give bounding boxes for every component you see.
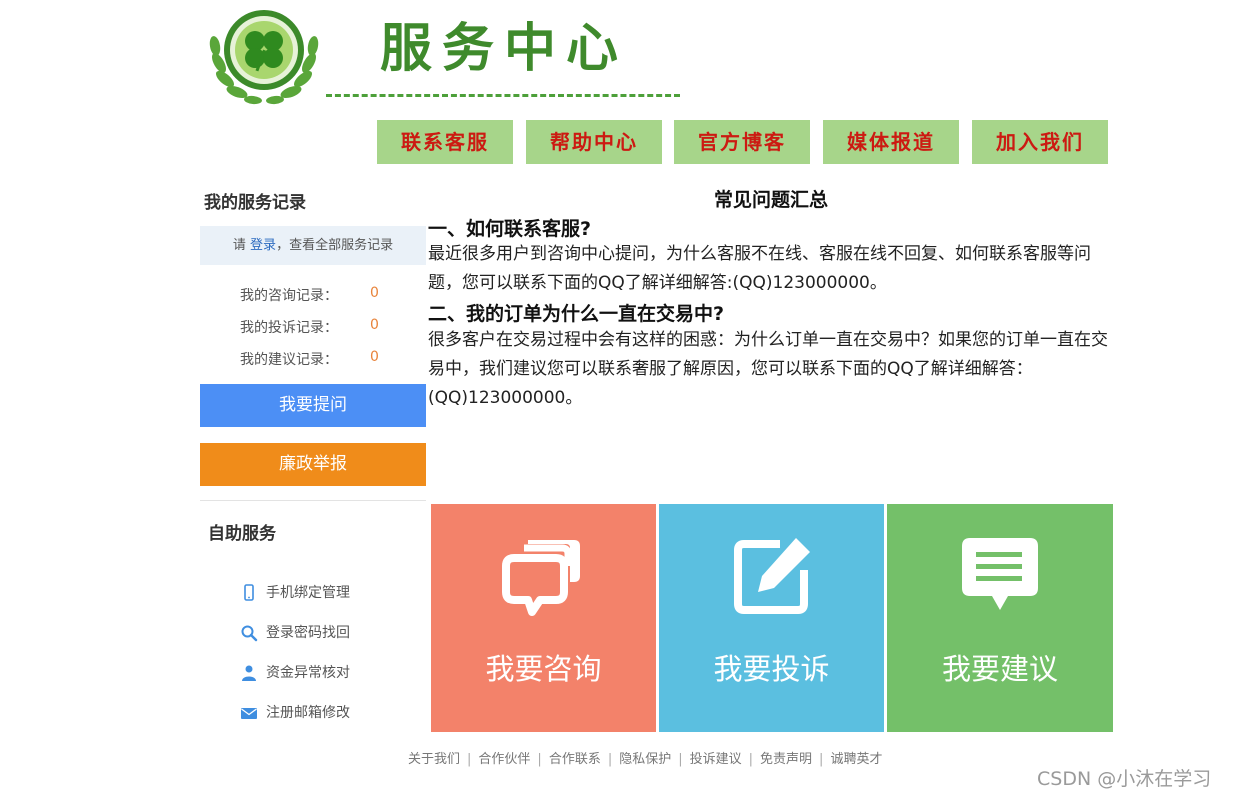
- self-service-label: 手机绑定管理: [266, 585, 350, 601]
- suggestion-tile[interactable]: 我要建议: [887, 504, 1113, 732]
- footer-link-disclaimer[interactable]: 免责声明: [760, 752, 812, 767]
- record-row-consult: 我的咨询记录： 0: [240, 285, 379, 305]
- consult-tile[interactable]: 我要咨询: [431, 504, 656, 732]
- user-icon: [240, 664, 258, 682]
- faq-question: 一、如何联系客服?: [428, 218, 592, 240]
- tile-label: 我要咨询: [485, 652, 602, 686]
- footer-link-feedback[interactable]: 投诉建议: [690, 752, 742, 767]
- complaint-tile[interactable]: 我要投诉: [659, 504, 884, 732]
- login-suffix: ，查看全部服务记录: [276, 238, 394, 253]
- faq-title: 常见问题汇总: [713, 189, 828, 211]
- tile-label: 我要投诉: [713, 652, 830, 686]
- footer-separator: |: [819, 752, 824, 767]
- footer-separator: |: [607, 752, 613, 767]
- nav-media-reports[interactable]: 媒体报道: [823, 120, 959, 164]
- footer-link-privacy[interactable]: 隐私保护: [619, 752, 671, 767]
- search-icon: [240, 624, 258, 642]
- footer-separator: |: [748, 752, 754, 767]
- nav-contact-support[interactable]: 联系客服: [377, 120, 513, 164]
- header-divider: [326, 94, 680, 97]
- record-label: 我的投诉记录：: [240, 320, 338, 336]
- sidebar-divider: [200, 500, 426, 501]
- service-records-title: 我的服务记录: [204, 193, 306, 213]
- record-label: 我的咨询记录：: [240, 288, 338, 304]
- clover-logo-icon: [205, 3, 323, 107]
- footer-separator: |: [537, 752, 542, 767]
- footer-link-about[interactable]: 关于我们: [408, 752, 460, 767]
- record-row-complaint: 我的投诉记录： 0: [240, 317, 379, 337]
- footer-links: 关于我们 | 合作伙伴 | 合作联系 | 隐私保护 | 投诉建议 | 免责声明 | 诚聘英才: [408, 748, 882, 767]
- edit-icon: [733, 538, 810, 614]
- message-icon: [962, 538, 1038, 610]
- self-service-label: 注册邮箱修改: [266, 705, 350, 721]
- faq-answer: 最近很多用户到咨询中心提问，为什么客服不在线、客服在线不回复、如何联系客服等问题…: [428, 244, 1091, 293]
- footer-link-careers[interactable]: 诚聘英才: [830, 752, 882, 767]
- footer-separator: |: [467, 752, 472, 767]
- login-prompt: 请 登录，查看全部服务记录: [200, 226, 426, 265]
- brand-title: 服务中心: [380, 18, 629, 79]
- chat-icon: [501, 540, 580, 616]
- nav-help-center[interactable]: 帮助中心: [526, 120, 662, 164]
- footer-link-partners[interactable]: 合作伙伴: [478, 752, 530, 767]
- self-service-funds-check[interactable]: 资金异常核对: [240, 663, 350, 683]
- record-count: 0: [370, 317, 379, 333]
- watermark: CSDN @小沐在学习: [1037, 768, 1212, 790]
- self-service-title: 自助服务: [208, 524, 276, 544]
- ask-question-button[interactable]: 我要提问: [200, 384, 426, 427]
- record-count: 0: [370, 349, 379, 365]
- record-row-suggestion: 我的建议记录： 0: [240, 349, 379, 369]
- footer-separator: |: [678, 752, 683, 767]
- self-service-password-recovery[interactable]: 登录密码找回: [240, 623, 350, 643]
- nav-join-us[interactable]: 加入我们: [972, 120, 1108, 164]
- faq-question: 二、我的订单为什么一直在交易中?: [428, 303, 725, 325]
- integrity-report-button[interactable]: 廉政举报: [200, 443, 426, 486]
- login-link[interactable]: 登录: [250, 238, 276, 253]
- phone-icon: [240, 584, 258, 602]
- self-service-label: 登录密码找回: [266, 625, 350, 641]
- tile-label: 我要建议: [941, 652, 1058, 686]
- record-count: 0: [370, 285, 379, 301]
- mail-icon: [240, 704, 258, 722]
- self-service-label: 资金异常核对: [266, 665, 350, 681]
- self-service-phone-binding[interactable]: 手机绑定管理: [240, 583, 350, 603]
- faq-answer: 很多客户在交易过程中会有这样的困惑：为什么订单一直在交易中？如果您的订单一直在交…: [428, 330, 1108, 408]
- footer-link-cooperation[interactable]: 合作联系: [549, 752, 601, 767]
- record-label: 我的建议记录：: [240, 352, 338, 368]
- self-service-email-change[interactable]: 注册邮箱修改: [240, 703, 350, 723]
- nav-official-blog[interactable]: 官方博客: [674, 120, 810, 164]
- login-prefix: 请: [232, 238, 251, 253]
